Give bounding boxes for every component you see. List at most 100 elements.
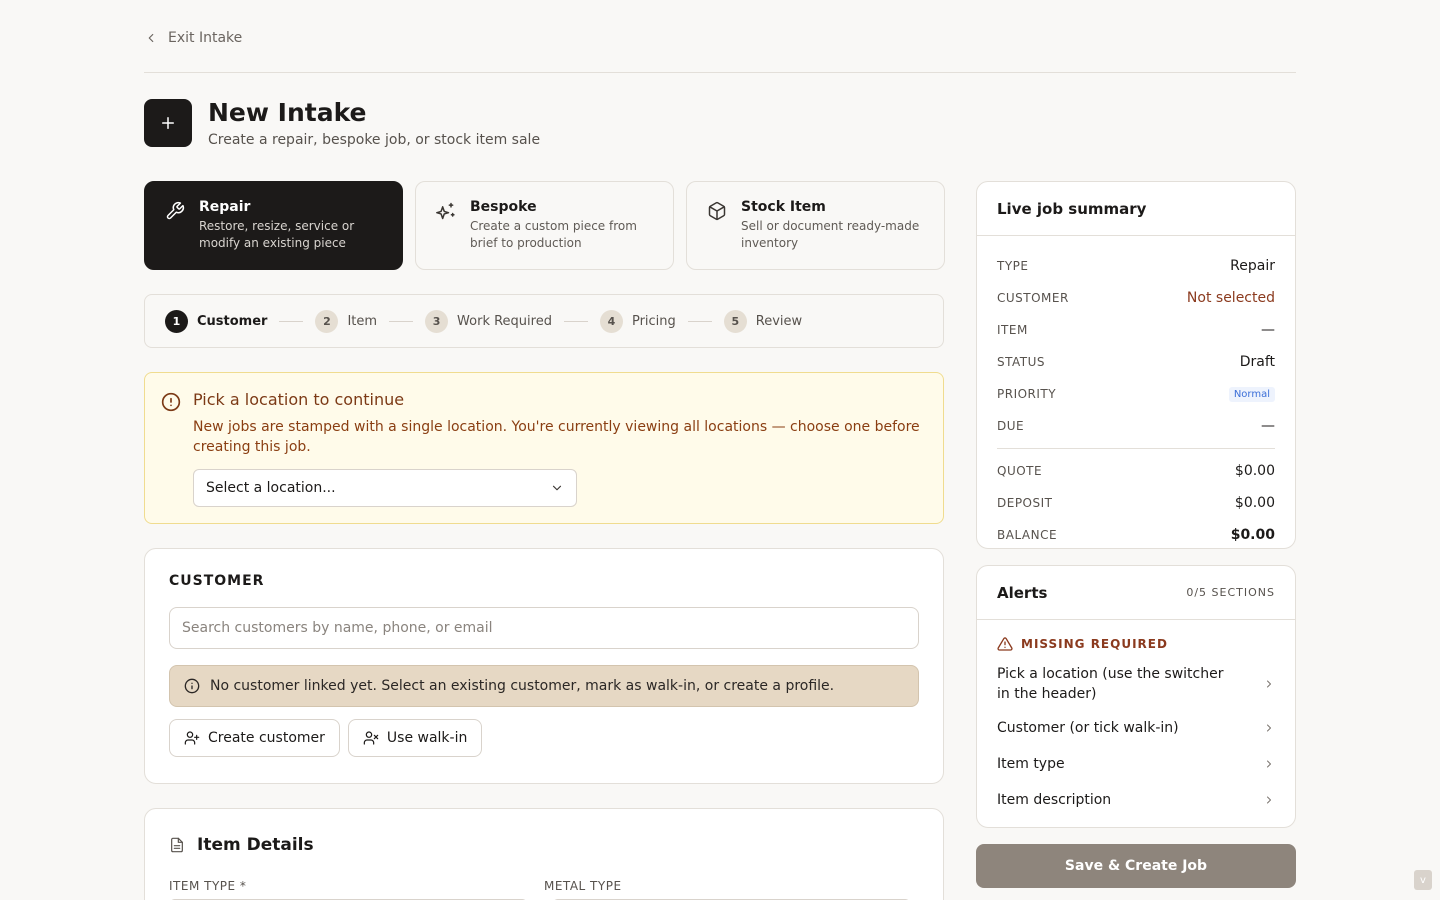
- no-customer-info: No customer linked yet. Select an existi…: [169, 665, 919, 707]
- chevron-right-icon: [1267, 680, 1271, 688]
- step-divider: [687, 320, 712, 322]
- no-customer-text: No customer linked yet. Select an existi…: [210, 678, 835, 694]
- summary-row-deposit: DEPOSIT $0.00: [997, 487, 1275, 519]
- summary-value: $0.00: [1234, 495, 1275, 511]
- step-review[interactable]: 5 Review: [723, 309, 803, 333]
- step-label: Pricing: [631, 313, 676, 329]
- create-customer-label: Create customer: [208, 730, 325, 746]
- step-number: 5: [723, 309, 747, 333]
- alerts-section-count: 0/5 SECTIONS: [1186, 586, 1275, 599]
- location-alert: Pick a location to continue New jobs are…: [144, 372, 944, 524]
- step-label: Review: [755, 313, 803, 329]
- alerts-panel: Alerts 0/5 SECTIONS MISSING REQUIRED Pic…: [976, 565, 1296, 828]
- job-type-desc: Restore, resize, service or modify an ex…: [199, 219, 355, 250]
- step-work-required[interactable]: 3 Work Required: [425, 309, 552, 333]
- step-number: 4: [599, 309, 623, 333]
- step-label: Customer: [197, 313, 268, 329]
- job-type-title: Stock Item: [741, 199, 826, 215]
- step-divider: [563, 320, 588, 322]
- missing-item-item-type[interactable]: Item type: [977, 746, 1295, 782]
- summary-key: STATUS: [997, 355, 1046, 369]
- alerts-title: Alerts: [997, 583, 1048, 602]
- box-icon: [708, 201, 726, 221]
- missing-item-label: Pick a location (use the switcher in the…: [997, 666, 1224, 702]
- missing-item-description[interactable]: Item description: [977, 782, 1295, 818]
- job-type-title: Repair: [199, 199, 251, 215]
- create-customer-button[interactable]: Create customer: [169, 719, 340, 757]
- wrench-icon: [166, 201, 185, 220]
- missing-item-location[interactable]: Pick a location (use the switcher in the…: [977, 658, 1295, 710]
- file-text-icon: [171, 837, 183, 853]
- use-walk-in-label: Use walk-in: [386, 730, 468, 746]
- summary-header: Live job summary: [977, 182, 1295, 236]
- metal-type-label: METAL TYPE: [544, 879, 622, 893]
- step-label: Item: [347, 313, 378, 329]
- summary-row-priority: PRIORITY Normal: [997, 378, 1275, 410]
- info-icon: [184, 678, 200, 694]
- customer-actions: Create customer Use walk-in: [169, 719, 919, 757]
- step-divider: [389, 320, 414, 322]
- step-item[interactable]: 2 Item: [315, 309, 378, 333]
- job-type-desc: Create a custom piece from brief to prod…: [470, 219, 637, 250]
- customer-search-input[interactable]: [169, 607, 919, 649]
- summary-divider: [997, 448, 1275, 449]
- job-type-repair[interactable]: Repair Restore, resize, service or modif…: [144, 181, 403, 270]
- user-x-icon: [363, 731, 379, 745]
- plus-icon: [144, 99, 192, 147]
- corner-version-badge[interactable]: v: [1414, 870, 1432, 890]
- missing-item-label: Customer (or tick walk-in): [997, 720, 1179, 736]
- location-alert-title: Pick a location to continue: [193, 390, 405, 409]
- job-type-bespoke[interactable]: Bespoke Create a custom piece from brief…: [415, 181, 674, 270]
- job-type-title: Bespoke: [470, 199, 537, 215]
- missing-required-heading: MISSING REQUIRED: [977, 620, 1295, 658]
- summary-key: PRIORITY: [997, 387, 1057, 401]
- step-divider: [279, 320, 304, 322]
- summary-row-item: ITEM —: [997, 314, 1275, 346]
- summary-key: CUSTOMER: [997, 291, 1069, 305]
- step-number: 1: [165, 309, 188, 333]
- intake-stepper: 1 Customer 2 Item 3 Work Required 4 Pric…: [144, 294, 944, 348]
- missing-item-label: Item description: [997, 792, 1112, 808]
- summary-value: Not selected: [1186, 290, 1275, 306]
- step-pricing[interactable]: 4 Pricing: [599, 309, 676, 333]
- sparkles-icon: [436, 202, 455, 220]
- summary-key: TYPE: [997, 259, 1029, 273]
- summary-value: —: [1261, 418, 1275, 434]
- summary-row-status: STATUS Draft: [997, 346, 1275, 378]
- chevron-right-icon: [1267, 760, 1271, 768]
- summary-value: $0.00: [1234, 463, 1275, 479]
- summary-row-type: TYPE Repair: [997, 250, 1275, 282]
- location-select[interactable]: Select a location...: [193, 469, 577, 507]
- summary-key: QUOTE: [997, 464, 1043, 478]
- warning-triangle-icon: [997, 637, 1013, 651]
- summary-row-quote: QUOTE $0.00: [997, 455, 1275, 487]
- chevron-right-icon: [1267, 796, 1271, 804]
- job-type-selector: Repair Restore, resize, service or modif…: [144, 181, 945, 270]
- alerts-header: Alerts 0/5 SECTIONS: [977, 566, 1295, 620]
- chevron-down-icon: [552, 485, 562, 491]
- summary-rows: TYPE Repair CUSTOMER Not selected ITEM —…: [977, 236, 1295, 551]
- item-details-header: Item Details: [169, 835, 919, 855]
- use-walk-in-button[interactable]: Use walk-in: [347, 719, 483, 757]
- job-type-stock-item[interactable]: Stock Item Sell or document ready-made i…: [686, 181, 945, 270]
- item-type-label: ITEM TYPE *: [169, 879, 247, 893]
- summary-value: Draft: [1239, 354, 1275, 370]
- item-field-labels: ITEM TYPE * METAL TYPE: [169, 879, 919, 893]
- user-plus-icon: [184, 731, 200, 745]
- step-label: Work Required: [457, 313, 552, 329]
- location-select-value: Select a location...: [206, 480, 336, 496]
- page-title: New Intake: [208, 98, 367, 127]
- step-customer[interactable]: 1 Customer: [165, 309, 268, 333]
- summary-key: DUE: [997, 419, 1025, 433]
- save-create-job-button[interactable]: Save & Create Job: [976, 844, 1296, 888]
- chevron-left-icon: [148, 33, 154, 43]
- chevron-right-icon: [1267, 724, 1271, 732]
- top-bar: Exit Intake: [144, 0, 1296, 73]
- summary-value: Repair: [1230, 258, 1275, 274]
- job-type-desc: Sell or document ready-made inventory: [741, 219, 920, 250]
- exit-intake-link[interactable]: Exit Intake: [144, 30, 242, 46]
- alert-circle-icon: [161, 392, 181, 412]
- missing-item-customer[interactable]: Customer (or tick walk-in): [977, 710, 1295, 746]
- summary-key: DEPOSIT: [997, 496, 1053, 510]
- summary-key: ITEM: [997, 323, 1028, 337]
